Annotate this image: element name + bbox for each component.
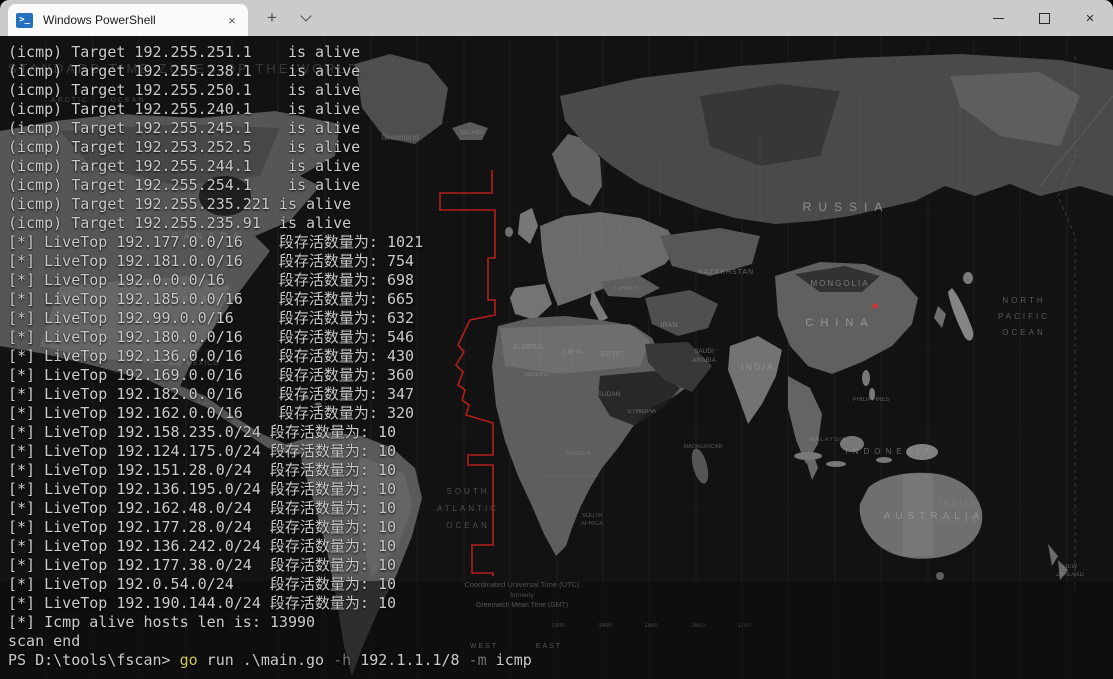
terminal-line: [*] Icmp alive hosts len is: 13990: [8, 613, 1113, 632]
close-button[interactable]: ×: [1067, 0, 1113, 36]
close-icon: ×: [1086, 11, 1095, 26]
terminal-line: [*] LiveTop 192.158.235.0/24 段存活数量为: 10: [8, 423, 1113, 442]
maximize-button[interactable]: [1021, 0, 1067, 36]
terminal-line: [*] LiveTop 192.162.0.0/16 段存活数量为: 320: [8, 404, 1113, 423]
powershell-icon: >_: [16, 13, 33, 28]
tab-dropdown-button[interactable]: [294, 6, 318, 30]
terminal-line: [*] LiveTop 192.169.0.0/16 段存活数量为: 360: [8, 366, 1113, 385]
terminal-line: [*] LiveTop 192.185.0.0/16 段存活数量为: 665: [8, 290, 1113, 309]
terminal-viewport[interactable]: STANDARD TIME ZONES OF THE WORLDARCTICOC…: [0, 36, 1113, 679]
terminal-line: [*] LiveTop 192.99.0.0/16 段存活数量为: 632: [8, 309, 1113, 328]
new-tab-button[interactable]: +: [260, 6, 284, 30]
terminal-window: >_ Windows PowerShell × + ×: [0, 0, 1113, 679]
tab-windows-powershell[interactable]: >_ Windows PowerShell ×: [8, 4, 248, 36]
terminal-line: [*] LiveTop 192.162.48.0/24 段存活数量为: 10: [8, 499, 1113, 518]
minimize-icon: [993, 18, 1004, 19]
terminal-line: (icmp) Target 192.255.251.1 is alive: [8, 43, 1113, 62]
tab-close-icon[interactable]: ×: [224, 12, 240, 28]
terminal-line: (icmp) Target 192.255.254.1 is alive: [8, 176, 1113, 195]
terminal-line: [*] LiveTop 192.136.0.0/16 段存活数量为: 430: [8, 347, 1113, 366]
terminal-line: [*] LiveTop 192.181.0.0/16 段存活数量为: 754: [8, 252, 1113, 271]
terminal-line: [*] LiveTop 192.190.144.0/24 段存活数量为: 10: [8, 594, 1113, 613]
terminal-line: [*] LiveTop 192.136.195.0/24 段存活数量为: 10: [8, 480, 1113, 499]
terminal-line: (icmp) Target 192.253.252.5 is alive: [8, 138, 1113, 157]
terminal-line: [*] LiveTop 192.177.0.0/16 段存活数量为: 1021: [8, 233, 1113, 252]
terminal-line: [*] LiveTop 192.177.38.0/24 段存活数量为: 10: [8, 556, 1113, 575]
tab-title: Windows PowerShell: [43, 13, 224, 27]
terminal-line: PS D:\tools\fscan> go run .\main.go -h 1…: [8, 651, 1113, 670]
maximize-icon: [1039, 13, 1050, 24]
terminal-line: [*] LiveTop 192.182.0.0/16 段存活数量为: 347: [8, 385, 1113, 404]
terminal-line: [*] LiveTop 192.0.0.0/16 段存活数量为: 698: [8, 271, 1113, 290]
terminal-line: scan end: [8, 632, 1113, 651]
minimize-button[interactable]: [975, 0, 1021, 36]
terminal-line: [*] LiveTop 192.151.28.0/24 段存活数量为: 10: [8, 461, 1113, 480]
terminal-line: [*] LiveTop 192.180.0.0/16 段存活数量为: 546: [8, 328, 1113, 347]
terminal-line: (icmp) Target 192.255.235.221 is alive: [8, 195, 1113, 214]
terminal-line: (icmp) Target 192.255.240.1 is alive: [8, 100, 1113, 119]
titlebar[interactable]: >_ Windows PowerShell × + ×: [0, 0, 1113, 36]
terminal-line: (icmp) Target 192.255.238.1 is alive: [8, 62, 1113, 81]
terminal-line: (icmp) Target 192.255.235.91 is alive: [8, 214, 1113, 233]
terminal-line: [*] LiveTop 192.0.54.0/24 段存活数量为: 10: [8, 575, 1113, 594]
terminal-line: (icmp) Target 192.255.245.1 is alive: [8, 119, 1113, 138]
terminal-output: (icmp) Target 192.255.251.1 is alive(icm…: [8, 43, 1113, 679]
chevron-down-icon: [300, 10, 311, 21]
terminal-line: [*] LiveTop 192.124.175.0/24 段存活数量为: 10: [8, 442, 1113, 461]
terminal-line: (icmp) Target 192.255.250.1 is alive: [8, 81, 1113, 100]
terminal-line: [*] LiveTop 192.136.242.0/24 段存活数量为: 10: [8, 537, 1113, 556]
terminal-line: [*] LiveTop 192.177.28.0/24 段存活数量为: 10: [8, 518, 1113, 537]
terminal-line: (icmp) Target 192.255.244.1 is alive: [8, 157, 1113, 176]
